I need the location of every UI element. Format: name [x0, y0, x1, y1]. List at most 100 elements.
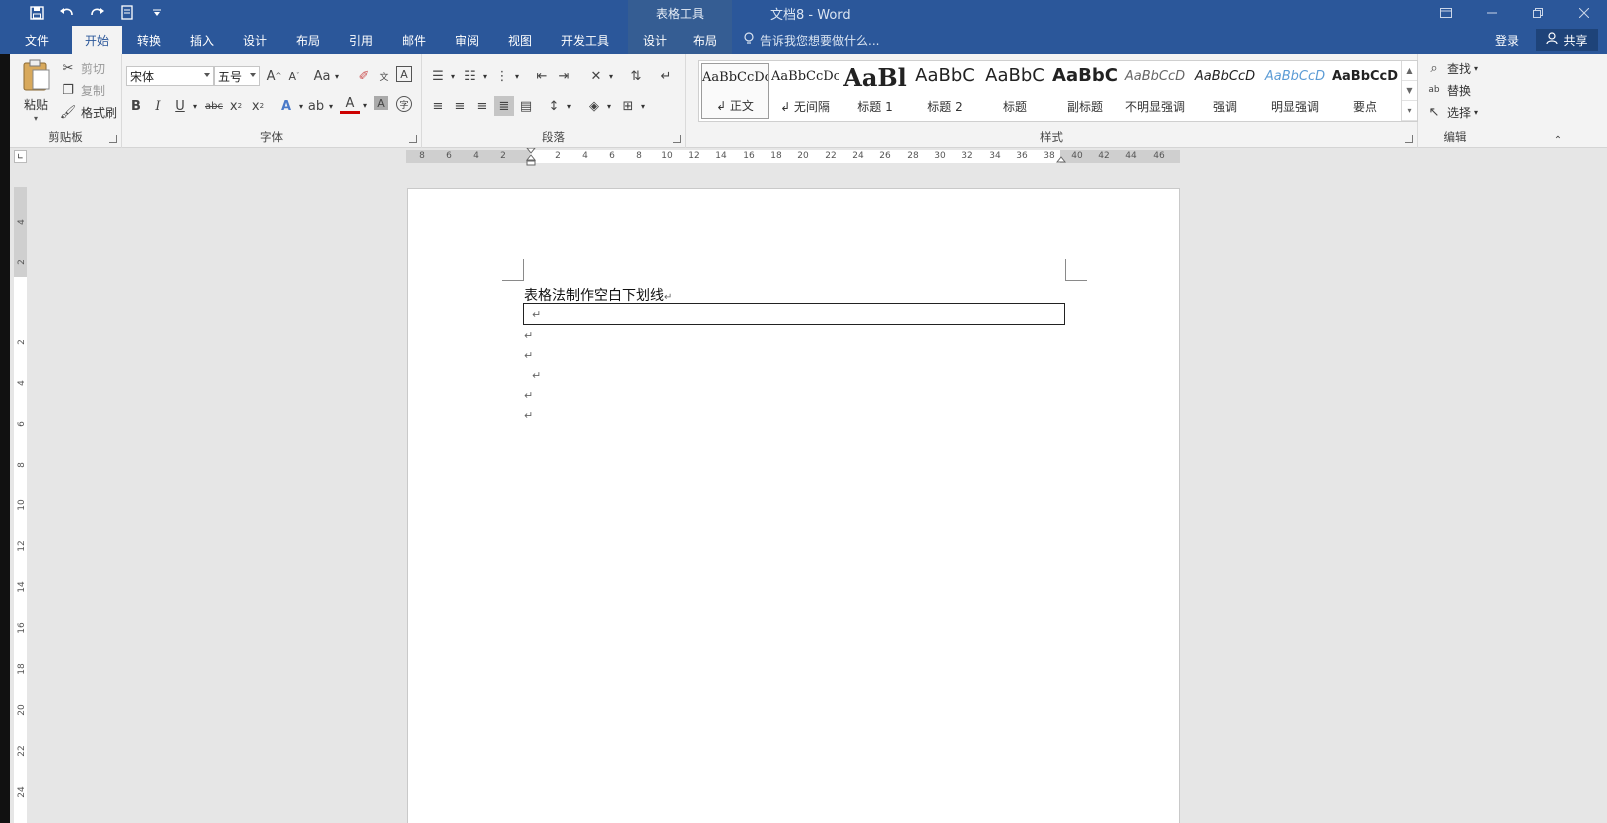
chinese-layout-button[interactable]: ✕ ▾	[586, 66, 613, 86]
style-emphasis[interactable]: AaBbCcD 强调	[1191, 63, 1259, 119]
line-spacing-button[interactable]: ↕ ▾	[544, 96, 571, 116]
style-subtle-emphasis[interactable]: AaBbCcD 不明显强调	[1121, 63, 1189, 119]
clear-formatting-button[interactable]: ✐	[354, 66, 374, 86]
gallery-more-icon[interactable]: ▾	[1402, 101, 1417, 121]
vertical-ruler[interactable]: 4 2 2 4 6 8 10 12 14 16 18 20 22 24	[14, 187, 27, 823]
tab-table-design[interactable]: 设计	[632, 26, 678, 54]
tab-developer[interactable]: 开发工具	[552, 26, 618, 54]
style-no-spacing[interactable]: AaBbCcDc ↲ 无间隔	[771, 63, 839, 119]
underline-button[interactable]: U ▾	[170, 96, 197, 116]
multilevel-list-button[interactable]: ⋮ ▾	[492, 66, 520, 86]
touch-mode-icon[interactable]	[116, 2, 138, 24]
style-heading-2[interactable]: AaBbC 标题 2	[911, 63, 979, 119]
enclose-char-button[interactable]: 字	[396, 96, 412, 112]
find-button[interactable]: ⌕ 查找 ▾	[1424, 58, 1478, 78]
font-launcher-icon[interactable]	[409, 135, 417, 143]
tab-design[interactable]: 设计	[232, 26, 278, 54]
gallery-up-icon[interactable]: ▲	[1402, 61, 1417, 81]
restore-icon[interactable]	[1515, 0, 1561, 26]
paste-button[interactable]: 粘贴 ▾	[16, 58, 56, 123]
numbering-button[interactable]: ☷ ▾	[460, 66, 487, 86]
bullets-button[interactable]: ☰ ▾	[428, 66, 455, 86]
style-strong[interactable]: AaBbCcD 要点	[1331, 63, 1399, 119]
copy-button[interactable]: ❐ 复制	[58, 80, 105, 100]
shrink-font-button[interactable]: Aˇ	[284, 66, 304, 86]
gallery-down-icon[interactable]: ▼	[1402, 81, 1417, 101]
text-effects-button[interactable]: A ▾	[276, 96, 303, 116]
style-subtitle[interactable]: AaBbC 副标题	[1051, 63, 1119, 119]
shading-button[interactable]: ◈ ▾	[584, 96, 611, 116]
font-color-button[interactable]: A ▾	[340, 96, 367, 114]
save-icon[interactable]	[26, 2, 48, 24]
tab-references[interactable]: 引用	[338, 26, 384, 54]
tab-mailings[interactable]: 邮件	[391, 26, 437, 54]
scissors-icon: ✂	[62, 60, 74, 76]
tab-file[interactable]: 文件	[14, 26, 60, 54]
tab-table-layout[interactable]: 布局	[682, 26, 728, 54]
share-button[interactable]: 共享	[1536, 29, 1598, 51]
highlight-button[interactable]: ab ▾	[306, 96, 333, 116]
left-indent-marker[interactable]	[525, 147, 537, 169]
clipboard-launcher-icon[interactable]	[109, 135, 117, 143]
phonetic-guide-button[interactable]: 文	[374, 66, 394, 86]
login-link[interactable]: 登录	[1495, 26, 1519, 54]
document-page[interactable]: 表格法制作空白下划线↵ ↵ ↵ ↵ ↵ ↵ ↵	[407, 188, 1180, 823]
redo-icon[interactable]	[86, 2, 108, 24]
align-center-button[interactable]: ≡	[450, 96, 470, 116]
distributed-button[interactable]: ▤	[516, 96, 536, 116]
horizontal-ruler[interactable]: 8 6 4 2 2 4 6 8 10 12 14 16 18 20 22 24 …	[406, 147, 1180, 166]
align-right-button[interactable]: ≡	[472, 96, 492, 116]
change-case-button[interactable]: Aa ▾	[312, 66, 339, 86]
styles-launcher-icon[interactable]	[1405, 135, 1413, 143]
collapse-ribbon-button[interactable]: ⌃	[1548, 130, 1568, 150]
style-intense-emphasis[interactable]: AaBbCcD 明显强调	[1261, 63, 1329, 119]
customize-qat-icon[interactable]	[146, 2, 168, 24]
minimize-icon[interactable]	[1469, 0, 1515, 26]
align-left-button[interactable]: ≡	[428, 96, 448, 116]
tab-insert[interactable]: 插入	[179, 26, 225, 54]
strikethrough-icon: abc	[205, 100, 223, 112]
char-border-button[interactable]: A	[396, 66, 412, 82]
select-button[interactable]: ↖ 选择 ▾	[1424, 102, 1478, 122]
ruler-tick-label: 24	[17, 786, 27, 798]
styles-gallery-scroll[interactable]: ▲ ▼ ▾	[1401, 61, 1417, 121]
style-name: ↲ 正文	[716, 99, 754, 113]
chevron-up-icon: ⌃	[1553, 134, 1563, 146]
tab-view[interactable]: 视图	[497, 26, 543, 54]
superscript-button[interactable]: x2	[248, 96, 268, 116]
paragraph-launcher-icon[interactable]	[673, 135, 681, 143]
replace-button[interactable]: ab 替换	[1424, 80, 1471, 100]
style-title[interactable]: AaBbC 标题	[981, 63, 1049, 119]
cut-button[interactable]: ✂ 剪切	[58, 58, 105, 78]
font-name-combo[interactable]: 宋体	[126, 66, 214, 86]
char-shading-button[interactable]: A	[374, 96, 388, 110]
right-indent-marker[interactable]	[1055, 154, 1067, 169]
document-heading[interactable]: 表格法制作空白下划线↵	[524, 285, 672, 305]
tab-convert[interactable]: 转换	[126, 26, 172, 54]
subscript-button[interactable]: x2	[226, 96, 246, 116]
document-table[interactable]: ↵	[523, 303, 1065, 325]
bold-button[interactable]: B	[126, 96, 146, 116]
format-painter-button[interactable]: 🖌 格式刷	[58, 102, 117, 122]
lightbulb-icon	[744, 32, 754, 48]
font-size-combo[interactable]: 五号	[214, 66, 260, 86]
tab-review[interactable]: 审阅	[444, 26, 490, 54]
undo-icon[interactable]	[56, 2, 78, 24]
grow-font-button[interactable]: A ^	[264, 66, 284, 86]
italic-button[interactable]: I	[148, 96, 168, 116]
ribbon-display-options-icon[interactable]	[1423, 0, 1469, 26]
strikethrough-button[interactable]: abc	[204, 96, 224, 116]
sort-button[interactable]: ⇅	[626, 66, 646, 86]
tab-selector[interactable]: ∟	[14, 150, 27, 163]
tell-me-box[interactable]: 告诉我您想要做什么...	[744, 26, 879, 54]
style-heading-1[interactable]: AaBl 标题 1	[841, 63, 909, 119]
tab-home[interactable]: 开始	[72, 26, 122, 54]
close-icon[interactable]	[1561, 0, 1607, 26]
decrease-indent-button[interactable]: ⇤	[532, 66, 552, 86]
borders-button[interactable]: ⊞ ▾	[618, 96, 645, 116]
style-normal[interactable]: AaBbCcDc ↲ 正文	[701, 63, 769, 119]
justify-button[interactable]: ≣	[494, 96, 514, 116]
tab-layout[interactable]: 布局	[285, 26, 331, 54]
show-marks-button[interactable]: ↵	[656, 66, 676, 86]
increase-indent-button[interactable]: ⇥	[554, 66, 574, 86]
